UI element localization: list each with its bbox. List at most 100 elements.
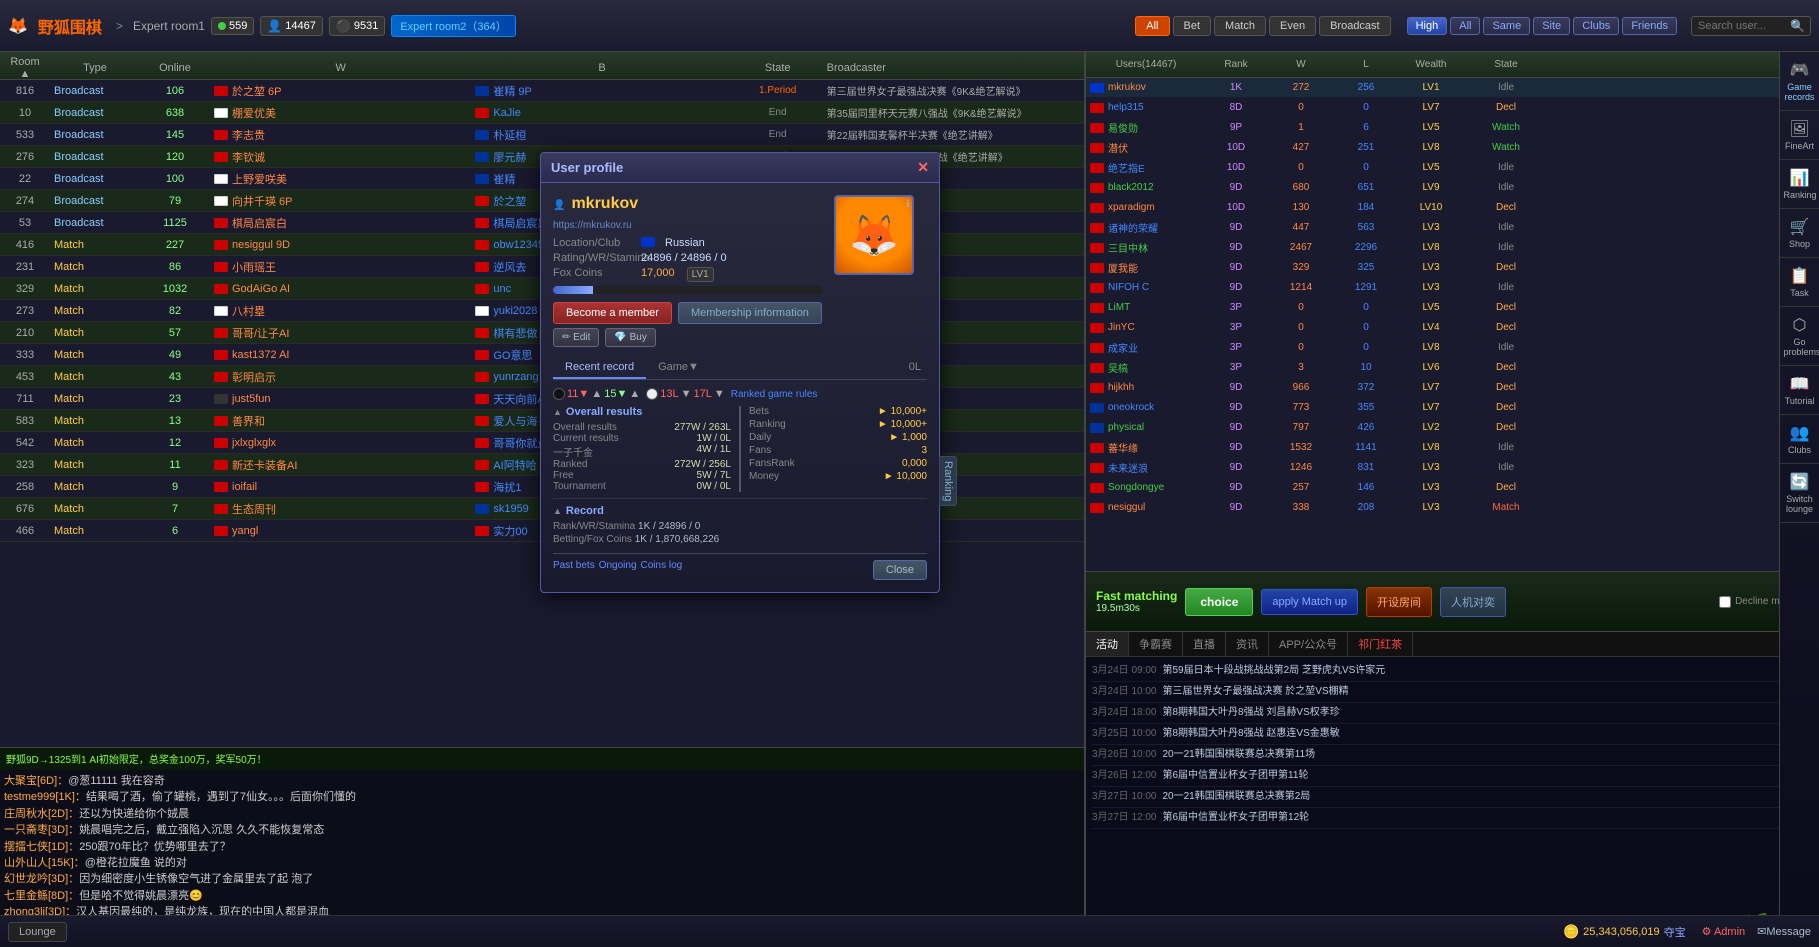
stone-white-adv: 13L [660,388,678,400]
admin-badge: ⚙ Admin [1702,925,1746,938]
rank-same-btn[interactable]: Same [1483,17,1530,35]
modal-title: User profile [551,160,623,175]
user-row[interactable]: xparadigm 10D 130 184 LV10 Decl [1086,198,1819,218]
user-row[interactable]: 诸神的荣耀 9D 447 563 LV3 Idle [1086,218,1819,238]
ranked-rules-link[interactable]: Ranked game rules [731,389,818,400]
side-icon-clubs[interactable]: 👥 Clubs [1780,415,1819,464]
news-item[interactable]: 3月25日 10:00第8期韩国大叶丹8强战 赵惠连VS金惠敏 [1092,724,1813,745]
tab-recent-record[interactable]: Recent record [553,357,646,379]
tab-game[interactable]: Game▼ [646,357,711,379]
edit-btn[interactable]: ✏ Edit [553,328,599,347]
stone-black-icon [553,388,565,400]
user-row[interactable]: 易俊勋 9P 1 6 LV5 Watch [1086,118,1819,138]
user-row[interactable]: JinYC 3P 0 0 LV4 Decl [1086,318,1819,338]
create-room-button[interactable]: 开设房间 [1366,587,1432,617]
past-bets-btn[interactable]: Past bets [553,560,595,580]
side-icon-fine-art[interactable]: 🖼 FineArt [1780,111,1819,160]
user-row[interactable]: 蕃华缘 9D 1532 1141 LV8 Idle [1086,438,1819,458]
news-item[interactable]: 3月24日 18:00第8期韩国大叶丹8强战 刘昌赫VS权孝珍 [1092,703,1813,724]
side-icon-game-records[interactable]: 🎮 Gamerecords [1780,52,1819,111]
news-item[interactable]: 3月24日 09:00第59届日本十段战挑战战第2局 芝野虎丸VS许家元 [1092,661,1813,682]
fast-match-time: 19.5m30s [1096,603,1177,614]
filter-broadcast-btn[interactable]: Broadcast [1319,16,1391,36]
modal-close-btn[interactable]: ✕ [917,159,929,176]
info-coins-row: Fox Coins 17,000 LV1 [553,267,822,282]
news-tab-tournament[interactable]: 争霸赛 [1129,632,1183,656]
room-row[interactable]: 533 Broadcast 145 李志贵 朴延桓 End 第22届韩国麦馨杯半… [0,124,1084,146]
user-row[interactable]: NIFOH C 9D 1214 1291 LV3 Idle [1086,278,1819,298]
vs-ai-button[interactable]: 人机对奕 [1440,587,1506,617]
chat-message: 庄周秋水[2D]：还以为快递给你个娀晨 [4,807,1080,822]
user-row[interactable]: Songdongye 9D 257 146 LV3 Decl [1086,478,1819,498]
side-icon-shop[interactable]: 🛒 Shop [1780,209,1819,258]
user-row[interactable]: 吴槁 3P 3 10 LV6 Decl [1086,358,1819,378]
user-row[interactable]: 绝艺指E 10D 0 0 LV5 Idle [1086,158,1819,178]
user-row[interactable]: 未来迷浪 9D 1246 831 LV3 Idle [1086,458,1819,478]
rank-clubs-btn[interactable]: Clubs [1573,17,1619,35]
coins-log-btn[interactable]: Coins log [641,560,683,580]
membership-info-btn[interactable]: Membership information [678,302,822,324]
news-panel: 活动 争霸赛 直播 资讯 APP/公众号 祁门红茶 🌿 3月24日 09:00第… [1086,632,1819,947]
news-tab-activity[interactable]: 活动 [1086,632,1129,656]
betting-coins-row: Betting/Fox Coins 1K / 1,870,668,226 [553,534,927,545]
apply-matchup-button[interactable]: apply Match up [1261,589,1358,615]
news-item[interactable]: 3月27日 10:0020一21韩国围棋联赛总决赛第2局 [1092,787,1813,808]
lounge-btn[interactable]: Lounge [8,922,67,942]
become-member-btn[interactable]: Become a member [553,302,672,324]
side-icon-switch-lounge[interactable]: 🔄 Switchlounge [1780,464,1819,523]
user-row[interactable]: 成家业 3P 0 0 LV8 Idle [1086,338,1819,358]
filter-even-btn[interactable]: Even [1269,16,1316,36]
news-item[interactable]: 3月26日 10:0020一21韩国围棋联赛总决赛第11场 [1092,745,1813,766]
filter-bet-btn[interactable]: Bet [1173,16,1212,36]
rank-site-btn[interactable]: Site [1533,17,1570,35]
side-icon-tutorial[interactable]: 📖 Tutorial [1780,366,1819,415]
decline-checkbox[interactable] [1719,596,1731,608]
room-row[interactable]: 10 Broadcast 638 棚爱优美 KaJie End 第35届同里杯天… [0,102,1084,124]
user-row[interactable]: help315 8D 0 0 LV7 Decl [1086,98,1819,118]
switch-lounge-icon: 🔄 [1784,472,1816,492]
news-tab-live[interactable]: 直播 [1183,632,1226,656]
user-row[interactable]: physical 9D 797 426 LV2 Decl [1086,418,1819,438]
news-item[interactable]: 3月27日 12:00第6届中信置业杯女子团甲第12轮 [1092,808,1813,829]
avatar-info-icon[interactable]: ℹ [906,199,910,210]
news-item[interactable]: 3月26日 12:00第6届中信置业杯女子团甲第11轮 [1092,766,1813,787]
overall-section-header: Overall results [553,406,731,418]
news-tab-special[interactable]: 祁门红茶 [1348,632,1413,656]
side-icon-ranking[interactable]: 📊 Ranking [1780,160,1819,209]
choice-button[interactable]: choice [1185,588,1253,616]
search-container: 🔍 [1691,16,1811,36]
col-room: Room ▲ [0,56,50,80]
ongoing-btn[interactable]: Ongoing [599,560,637,580]
user-row[interactable]: 三目中林 9D 2467 2296 LV8 Idle [1086,238,1819,258]
side-icon-task[interactable]: 📋 Task [1780,258,1819,307]
steal-btn[interactable]: 夺宝 [1664,924,1686,940]
past-bets-bar: Past bets Ongoing Coins log Close [553,553,927,580]
expert-room-badge[interactable]: Expert room2（364） [391,15,515,37]
overall-results: 277W / 263L [674,422,731,433]
user-row[interactable]: hijkhh 9D 966 372 LV7 Decl [1086,378,1819,398]
news-item[interactable]: 3月24日 10:00第三届世界女子最强战决赛 於之堃VS棚精 [1092,682,1813,703]
modal-title-bar: User profile ✕ [541,153,939,183]
news-tab-app[interactable]: APP/公众号 [1269,632,1348,656]
rank-friends-btn[interactable]: Friends [1622,17,1677,35]
rank-all-btn[interactable]: All [1450,17,1480,35]
chat-message: 幻世龙吟[3D]：因为细密度小生锈像空气进了金属里去了起 泡了 [4,872,1080,887]
rank-high-btn[interactable]: High [1407,17,1448,35]
user-row[interactable]: oneokrock 9D 773 355 LV7 Decl [1086,398,1819,418]
buy-btn[interactable]: 💎 Buy [605,328,655,347]
user-row[interactable]: 潜伏 10D 427 251 LV8 Watch [1086,138,1819,158]
side-icon-go-problems[interactable]: ⬡ Goproblems [1780,307,1819,366]
col-type: Type [50,62,140,74]
user-row[interactable]: 厦我能 9D 329 325 LV3 Decl [1086,258,1819,278]
news-tab-info[interactable]: 资讯 [1226,632,1269,656]
user-row[interactable]: nesiggul 9D 338 208 LV3 Match [1086,498,1819,518]
filter-all-btn[interactable]: All [1135,16,1169,36]
close-modal-btn[interactable]: Close [873,560,927,580]
message-btn[interactable]: ✉Message [1757,925,1811,938]
user-row[interactable]: LiMT 3P 0 0 LV5 Decl [1086,298,1819,318]
chat-message: 山外山人[15K]：@橙花拉魔鱼 说的对 [4,856,1080,871]
user-row[interactable]: black2012 9D 680 651 LV9 Idle [1086,178,1819,198]
room-row[interactable]: 816 Broadcast 106 於之堃 6P 崔精 9P 1.Period … [0,80,1084,102]
filter-match-btn[interactable]: Match [1214,16,1266,36]
user-row[interactable]: mkrukov 1K 272 256 LV1 Idle [1086,78,1819,98]
